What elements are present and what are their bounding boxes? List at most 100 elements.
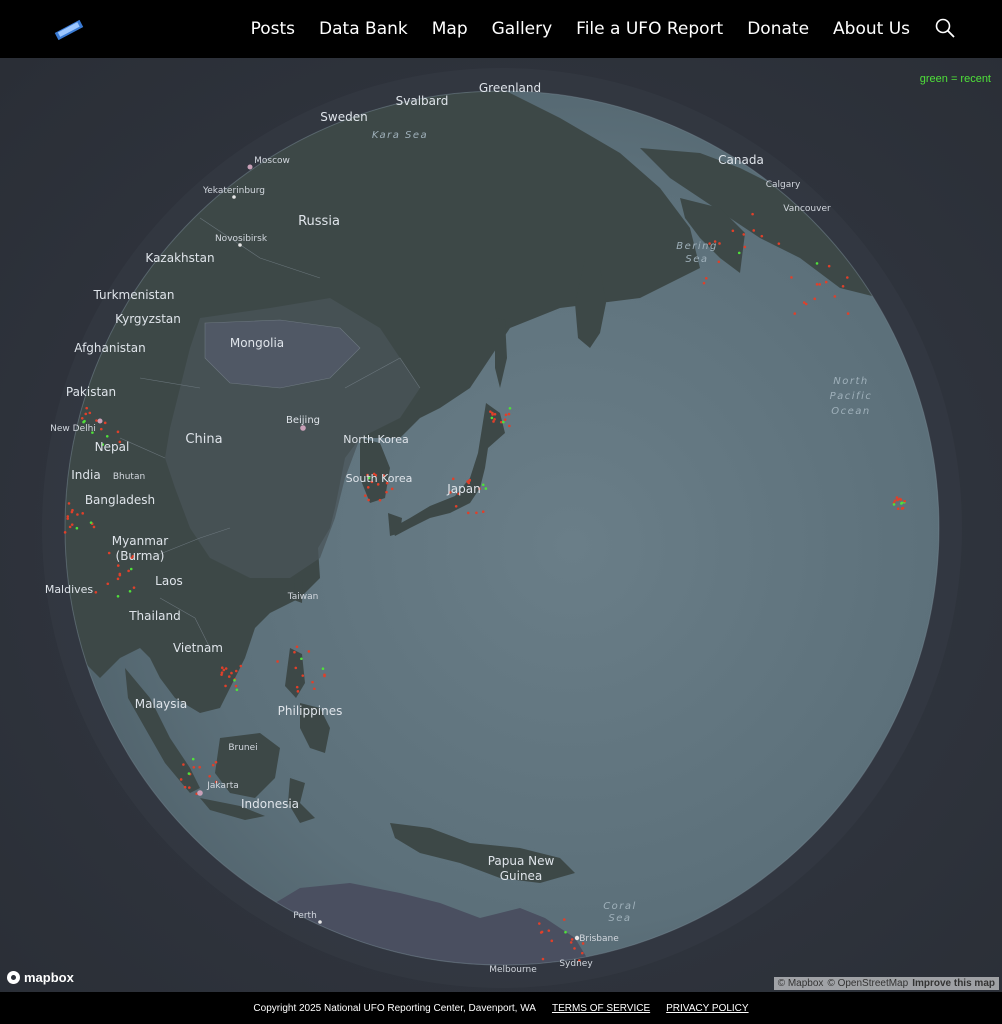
sighting-marker[interactable]: [491, 413, 494, 416]
sighting-marker[interactable]: [222, 668, 226, 672]
sighting-marker[interactable]: [481, 510, 485, 514]
osm-attribution-link[interactable]: © OpenStreetMap: [827, 978, 908, 989]
sighting-marker[interactable]: [570, 938, 574, 941]
sighting-marker[interactable]: [833, 295, 837, 298]
sighting-marker[interactable]: [183, 785, 187, 789]
sighting-marker[interactable]: [106, 582, 110, 586]
sighting-marker[interactable]: [85, 406, 88, 410]
sighting-marker[interactable]: [541, 957, 545, 961]
sighting-marker[interactable]: [538, 922, 541, 925]
sighting-marker[interactable]: [454, 504, 458, 508]
sighting-marker[interactable]: [235, 688, 239, 692]
sighting-marker[interactable]: [100, 427, 103, 431]
sighting-marker[interactable]: [540, 930, 544, 934]
sighting-marker[interactable]: [276, 660, 279, 663]
sighting-marker[interactable]: [892, 503, 896, 506]
sighting-marker[interactable]: [63, 531, 67, 534]
sighting-marker[interactable]: [80, 416, 84, 420]
sighting-marker[interactable]: [363, 494, 367, 497]
mapbox-attribution-link[interactable]: © Mapbox: [778, 978, 824, 989]
sighting-marker[interactable]: [475, 511, 478, 515]
sighting-marker[interactable]: [508, 424, 511, 428]
sighting-marker[interactable]: [313, 687, 316, 691]
sighting-marker[interactable]: [815, 283, 819, 286]
map-view[interactable]: Greenland Svalbard Sweden Russia Canada …: [0, 58, 1002, 992]
sighting-marker[interactable]: [224, 667, 228, 670]
nav-map[interactable]: Map: [432, 19, 468, 39]
sighting-marker[interactable]: [105, 434, 109, 438]
nav-posts[interactable]: Posts: [251, 19, 295, 39]
sighting-marker[interactable]: [84, 412, 88, 416]
sighting-marker[interactable]: [793, 312, 797, 315]
nav-file-ufo-report[interactable]: File a UFO Report: [576, 19, 723, 39]
sighting-marker[interactable]: [573, 947, 576, 950]
sighting-marker[interactable]: [191, 757, 195, 761]
sighting-marker[interactable]: [75, 526, 79, 530]
sighting-marker[interactable]: [311, 680, 314, 684]
sighting-marker[interactable]: [293, 650, 296, 654]
sighting-marker[interactable]: [484, 487, 488, 490]
sighting-marker[interactable]: [107, 551, 111, 555]
sighting-marker[interactable]: [790, 276, 793, 279]
sighting-marker[interactable]: [188, 786, 191, 789]
sighting-marker[interactable]: [127, 569, 130, 573]
sighting-marker[interactable]: [731, 229, 735, 233]
sighting-marker[interactable]: [390, 487, 394, 491]
terms-of-service-link[interactable]: TERMS OF SERVICE: [552, 1003, 650, 1014]
sighting-marker[interactable]: [116, 594, 120, 598]
sighting-marker[interactable]: [321, 667, 325, 671]
sighting-marker[interactable]: [481, 483, 485, 487]
sighting-marker[interactable]: [818, 283, 822, 286]
sighting-marker[interactable]: [88, 411, 92, 415]
sighting-marker[interactable]: [550, 939, 554, 943]
sighting-marker[interactable]: [896, 507, 900, 511]
sighting-marker[interactable]: [718, 242, 721, 245]
sighting-marker[interactable]: [234, 669, 238, 673]
sighting-marker[interactable]: [92, 525, 96, 529]
sighting-marker[interactable]: [378, 498, 382, 502]
sighting-marker[interactable]: [702, 281, 706, 285]
sighting-marker[interactable]: [116, 564, 120, 567]
nav-donate[interactable]: Donate: [747, 19, 809, 39]
sighting-marker[interactable]: [846, 312, 850, 315]
sighting-marker[interactable]: [777, 242, 781, 245]
sighting-marker[interactable]: [132, 586, 136, 589]
nuforc-logo[interactable]: [52, 17, 86, 43]
mapbox-logo[interactable]: mapbox: [7, 970, 74, 985]
sighting-marker[interactable]: [118, 573, 122, 577]
sighting-marker[interactable]: [366, 486, 370, 489]
sighting-marker[interactable]: [295, 685, 299, 689]
sighting-marker[interactable]: [95, 419, 98, 422]
improve-map-link[interactable]: Improve this map: [912, 978, 995, 989]
sighting-marker[interactable]: [214, 760, 218, 764]
sighting-marker[interactable]: [547, 929, 551, 932]
sighting-marker[interactable]: [562, 918, 566, 921]
sighting-marker[interactable]: [903, 499, 906, 503]
sighting-marker[interactable]: [737, 251, 741, 255]
sighting-marker[interactable]: [717, 260, 721, 264]
sighting-marker[interactable]: [504, 413, 508, 417]
sighting-marker[interactable]: [893, 499, 897, 502]
sighting-marker[interactable]: [224, 684, 227, 688]
sighting-marker[interactable]: [182, 763, 185, 766]
sighting-marker[interactable]: [187, 772, 191, 775]
sighting-marker[interactable]: [234, 684, 238, 688]
sighting-marker[interactable]: [743, 245, 747, 249]
sighting-marker[interactable]: [66, 517, 70, 520]
sighting-marker[interactable]: [220, 666, 224, 669]
sighting-marker[interactable]: [507, 412, 511, 416]
sighting-marker[interactable]: [493, 412, 497, 416]
globe[interactable]: Greenland Svalbard Sweden Russia Canada …: [0, 58, 1002, 992]
sighting-marker[interactable]: [103, 421, 107, 425]
sighting-marker[interactable]: [233, 678, 236, 682]
sighting-marker[interactable]: [192, 765, 196, 769]
sighting-marker[interactable]: [895, 496, 899, 499]
sighting-marker[interactable]: [116, 430, 120, 434]
sighting-marker[interactable]: [116, 577, 120, 581]
nav-about-us[interactable]: About Us: [833, 19, 910, 39]
sighting-marker[interactable]: [179, 778, 183, 781]
sighting-marker[interactable]: [900, 501, 904, 505]
nav-gallery[interactable]: Gallery: [492, 19, 553, 39]
sighting-marker[interactable]: [490, 416, 494, 420]
sighting-marker[interactable]: [742, 233, 746, 236]
